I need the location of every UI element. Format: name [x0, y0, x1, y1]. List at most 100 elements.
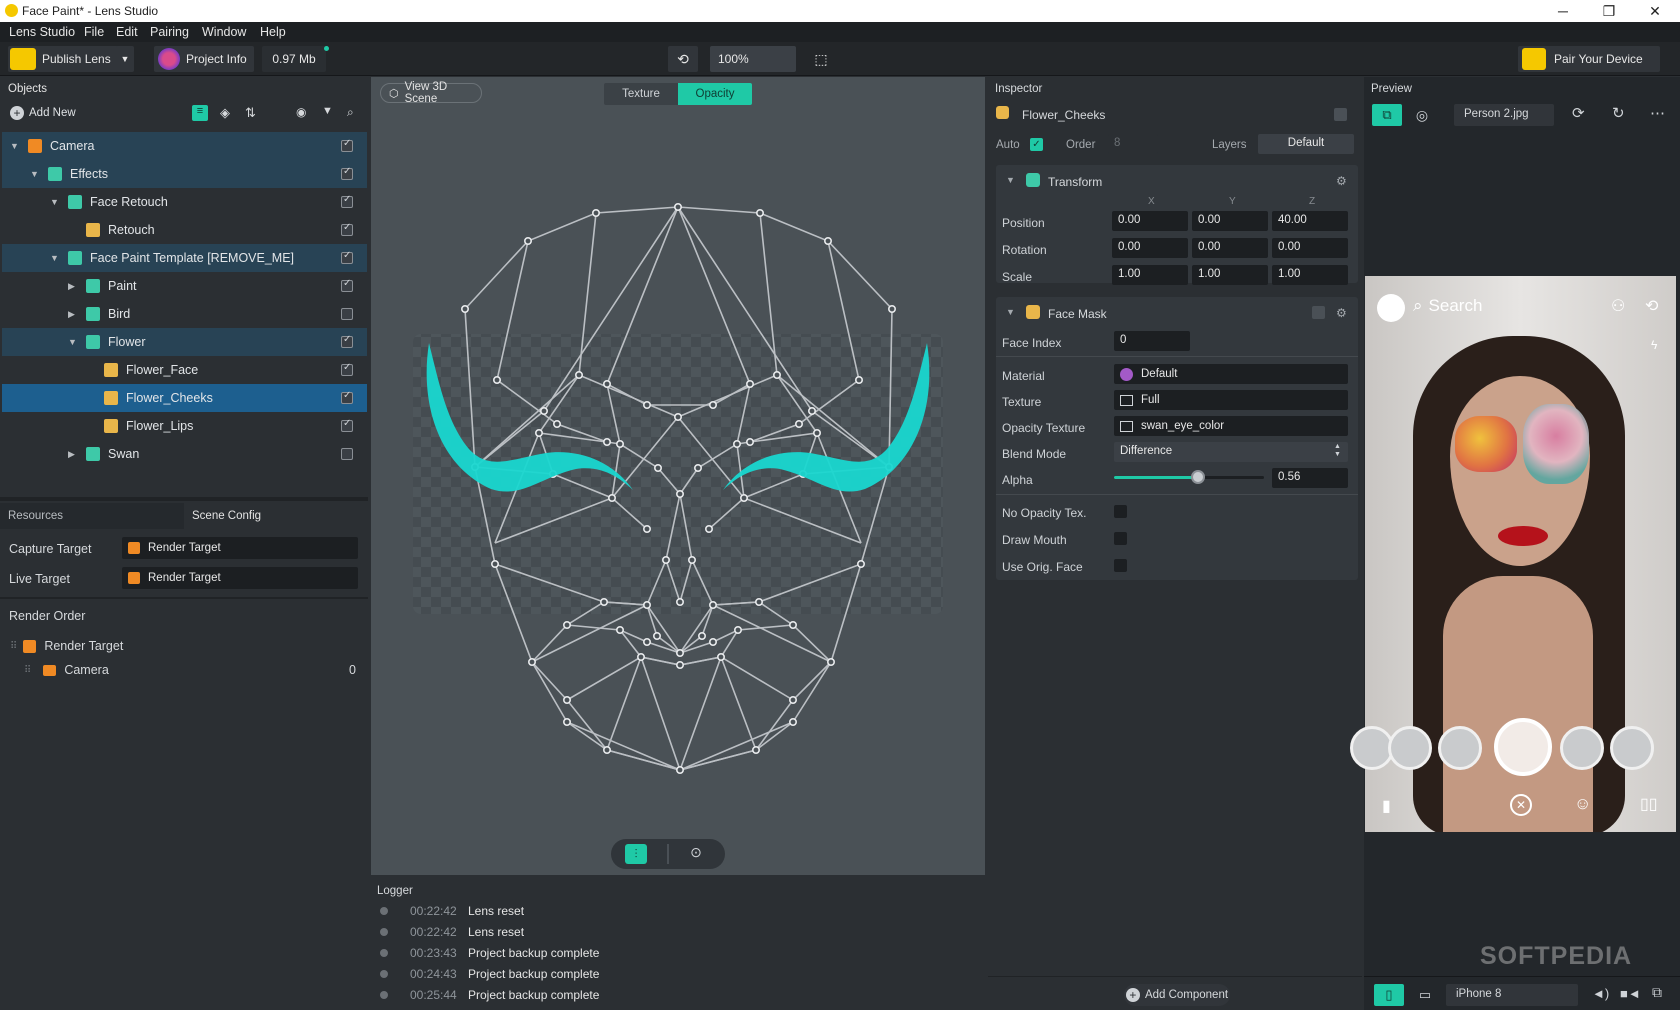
- lens-carousel-item[interactable]: [1560, 726, 1604, 770]
- draw-mouth-checkbox[interactable]: [1114, 532, 1127, 545]
- material-field[interactable]: Default: [1114, 364, 1348, 384]
- scale-y-field[interactable]: 1.00: [1192, 265, 1268, 285]
- position-x-field[interactable]: 0.00: [1112, 211, 1188, 231]
- tab-resources[interactable]: Resources: [0, 503, 184, 529]
- drag-handle-icon[interactable]: ⠿: [10, 641, 17, 652]
- transform-settings-gear-icon[interactable]: ⚙: [1336, 174, 1347, 188]
- lens-carousel-item[interactable]: [1388, 726, 1432, 770]
- lens-carousel-item[interactable]: [1438, 726, 1482, 770]
- rotation-z-field[interactable]: 0.00: [1272, 238, 1348, 258]
- add-component-button[interactable]: + Add Component: [1124, 984, 1230, 1006]
- tree-item-paint[interactable]: ▶ Paint: [2, 272, 367, 300]
- texture-field[interactable]: Full: [1114, 390, 1348, 410]
- pair-device-button[interactable]: Pair Your Device: [1518, 46, 1660, 72]
- preview-image-mode-icon[interactable]: ⧉: [1372, 104, 1402, 126]
- zoom-field[interactable]: 100%: [710, 46, 796, 72]
- menu-file[interactable]: File: [84, 25, 104, 39]
- maximize-icon[interactable]: ❐: [1586, 0, 1632, 22]
- lens-carousel-item[interactable]: [1610, 726, 1654, 770]
- audio-icon[interactable]: ◄): [1592, 986, 1609, 1001]
- use-orig-face-checkbox[interactable]: [1114, 559, 1127, 572]
- enabled-checkbox[interactable]: [341, 390, 353, 404]
- enabled-checkbox[interactable]: [341, 194, 353, 208]
- transform-tool-icon[interactable]: ⊙: [685, 844, 707, 864]
- close-lens-icon[interactable]: ✕: [1510, 794, 1532, 816]
- tree-item-flower[interactable]: ▼ Flower: [2, 328, 367, 356]
- face-mask-settings-gear-icon[interactable]: ⚙: [1336, 306, 1347, 320]
- scale-x-field[interactable]: 1.00: [1112, 265, 1188, 285]
- filter-icon[interactable]: ▼: [322, 105, 333, 117]
- preview-reset-icon[interactable]: ↻: [1612, 104, 1625, 122]
- live-target-field[interactable]: Render Target: [122, 567, 358, 589]
- record-video-icon[interactable]: ■◄: [1620, 986, 1641, 1001]
- expand-arrow-icon[interactable]: ▼: [10, 141, 20, 151]
- object-enabled-checkbox[interactable]: [1334, 108, 1347, 121]
- expand-arrow-icon[interactable]: ▼: [68, 337, 78, 347]
- position-z-field[interactable]: 40.00: [1272, 211, 1348, 231]
- preview-more-icon[interactable]: ⋯: [1650, 104, 1665, 122]
- tree-item-flower-lips[interactable]: Flower_Lips: [2, 412, 367, 440]
- enabled-checkbox[interactable]: [341, 250, 353, 264]
- publish-lens-button[interactable]: Publish Lens: [8, 46, 124, 72]
- discover-icon[interactable]: ▯▯: [1640, 794, 1658, 814]
- flash-icon[interactable]: ϟ: [1651, 338, 1657, 352]
- collapse-arrow-icon[interactable]: ▶: [68, 281, 78, 292]
- blend-mode-stepper-icon[interactable]: ▲ ▼: [1334, 443, 1341, 459]
- tree-item-face-retouch[interactable]: ▼ Face Retouch: [2, 188, 367, 216]
- enabled-checkbox[interactable]: [341, 222, 353, 236]
- expand-arrow-icon[interactable]: ▼: [50, 197, 60, 207]
- opacity-texture-field[interactable]: swan_eye_color: [1114, 416, 1348, 436]
- scene-viewport[interactable]: ⬡ View 3D Scene Texture Opacity ⫶ ⊙: [371, 77, 985, 875]
- sliders-tool-icon[interactable]: ⫶: [625, 844, 647, 864]
- tree-item-camera[interactable]: ▼ Camera: [2, 132, 367, 160]
- rotation-x-field[interactable]: 0.00: [1112, 238, 1188, 258]
- enabled-checkbox[interactable]: [341, 308, 353, 320]
- enabled-checkbox[interactable]: [341, 334, 353, 348]
- face-index-field[interactable]: 0: [1114, 331, 1190, 351]
- close-icon[interactable]: ✕: [1632, 0, 1678, 22]
- tree-item-flower-cheeks[interactable]: Flower_Cheeks: [2, 384, 367, 412]
- list-view-icon[interactable]: ≡: [192, 105, 208, 121]
- tree-item-flower-face[interactable]: Flower_Face: [2, 356, 367, 384]
- add-new-button[interactable]: + Add New: [10, 106, 76, 120]
- auto-checkbox[interactable]: ✓: [1030, 138, 1043, 151]
- lens-explorer-icon[interactable]: ☺: [1574, 794, 1591, 814]
- layers-icon[interactable]: ◈: [220, 105, 230, 121]
- collapse-arrow-icon[interactable]: ▶: [68, 449, 78, 460]
- sort-icon[interactable]: ⇅: [245, 105, 256, 121]
- reset-preview-icon[interactable]: ⟲: [668, 46, 698, 72]
- project-info-button[interactable]: Project Info: [154, 46, 254, 72]
- menu-help[interactable]: Help: [260, 25, 286, 39]
- tree-item-bird[interactable]: ▶ Bird: [2, 300, 367, 328]
- menu-pairing[interactable]: Pairing: [150, 25, 189, 39]
- preview-camera-switch-icon[interactable]: ⟳: [1572, 104, 1585, 122]
- enabled-checkbox[interactable]: [341, 138, 353, 152]
- render-order-item[interactable]: ⠿ Render Target: [10, 639, 123, 653]
- drag-handle-icon[interactable]: ⠿: [24, 665, 31, 676]
- add-friend-icon[interactable]: ⚇: [1611, 296, 1625, 316]
- visibility-eye-icon[interactable]: ◉: [296, 105, 306, 119]
- preview-webcam-icon[interactable]: ◎: [1410, 104, 1434, 126]
- memories-icon[interactable]: ▮: [1382, 796, 1391, 816]
- device-dropdown[interactable]: iPhone 8: [1446, 984, 1578, 1006]
- capture-button[interactable]: [1494, 718, 1552, 776]
- device-portrait-icon[interactable]: ▯: [1374, 984, 1404, 1006]
- blend-mode-dropdown[interactable]: Difference: [1114, 442, 1348, 462]
- device-landscape-icon[interactable]: ▭: [1414, 984, 1436, 1006]
- menu-lens-studio[interactable]: Lens Studio: [9, 25, 75, 39]
- tree-item-effects[interactable]: ▼ Effects: [2, 160, 367, 188]
- tree-item-face-paint-template[interactable]: ▼ Face Paint Template [REMOVE_ME]: [2, 244, 367, 272]
- expand-arrow-icon[interactable]: ▼: [50, 253, 60, 263]
- menu-window[interactable]: Window: [202, 25, 246, 39]
- face-mask-collapse-arrow-icon[interactable]: ▼: [1006, 307, 1015, 317]
- enabled-checkbox[interactable]: [341, 362, 353, 376]
- position-y-field[interactable]: 0.00: [1192, 211, 1268, 231]
- alpha-field[interactable]: 0.56: [1272, 468, 1348, 488]
- layers-dropdown[interactable]: Default: [1258, 134, 1354, 154]
- bitmoji-avatar[interactable]: [1377, 294, 1405, 322]
- no-opacity-tex-checkbox[interactable]: [1114, 505, 1127, 518]
- render-order-item[interactable]: ⠿ Camera: [24, 663, 109, 677]
- menu-edit[interactable]: Edit: [116, 25, 138, 39]
- crop-icon[interactable]: ⧉: [1652, 984, 1662, 1001]
- search-icon[interactable]: ⌕: [347, 105, 354, 120]
